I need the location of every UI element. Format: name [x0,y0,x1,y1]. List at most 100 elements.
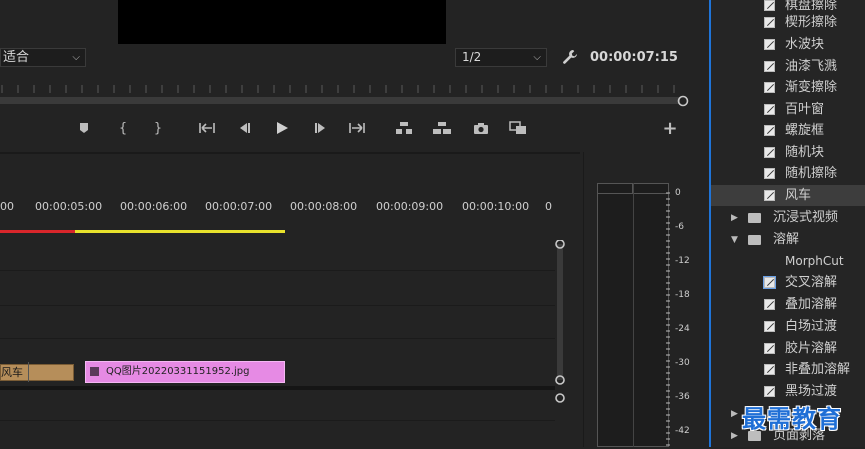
zoom-level-value: 适合 [3,50,30,65]
transition-icon [764,168,775,179]
db-label: -24 [675,324,690,334]
add-button-icon[interactable]: + [658,116,682,140]
effect-label: 楔形擦除 [785,15,838,30]
transition-icon [764,125,775,136]
track-divider [0,270,555,271]
work-area-unrendered-bar [75,230,285,233]
clip-label: 风车 [1,366,23,379]
effect-label: 水波块 [785,37,825,52]
effect-item[interactable]: 油漆飞溅 [711,56,865,77]
wrench-icon[interactable] [562,49,578,65]
folder-icon [748,213,761,223]
transport-controls: { } + [0,116,708,142]
effect-item[interactable]: 胶片溶解 [711,338,865,359]
chevron-right-icon[interactable]: ▶ [731,425,738,447]
track-divider [0,338,555,339]
effect-label: 叠加溶解 [785,297,838,312]
clip-label: QQ图片20220331151952.jpg [106,366,250,377]
transition-marker [28,362,29,382]
monitor-time-ruler[interactable] [0,81,690,109]
db-label: -30 [675,358,690,368]
effect-item[interactable]: 叠加溶解 [711,294,865,315]
effect-item[interactable]: 非叠加溶解 [711,359,865,380]
playhead-timecode[interactable]: 00:00:07:15 [590,50,678,65]
transition-icon [764,299,775,310]
effect-label: 螺旋框 [785,123,825,138]
playback-resolution-select[interactable]: 1/2 ⌵ [455,48,547,67]
track-divider [0,305,555,306]
transition-icon [763,276,776,289]
effect-label: 胶片溶解 [785,341,838,356]
transition-icon [764,61,775,72]
db-label: -42 [675,426,690,436]
ruler-label: 00:00:09:00 [376,200,444,213]
mark-out-icon[interactable]: } [146,116,170,140]
effect-label: 渐变擦除 [785,80,838,95]
folder-immersive-video[interactable]: ▶ 沉浸式视频 [711,207,865,229]
folder-dissolve[interactable]: ▼ 溶解 [711,229,865,251]
play-icon[interactable] [270,116,294,140]
watermark-logo: 最需教育 [742,404,842,433]
chevron-down-icon: ⌵ [533,52,541,63]
transition-icon [764,39,775,50]
work-area-rendered-bar [0,230,75,233]
timeline-clip[interactable]: 风车 [0,364,74,381]
db-label: 0 [675,188,681,198]
transition-icon [764,364,775,375]
mark-in-icon[interactable]: { [111,116,135,140]
transition-icon [764,343,775,354]
go-to-out-icon[interactable] [345,116,369,140]
fx-badge-icon [90,367,99,376]
effect-label: 交叉溶解 [785,275,838,290]
step-forward-icon[interactable] [309,116,333,140]
ruler-label: 00:00:10:00 [462,200,530,213]
chevron-right-icon[interactable]: ▶ [731,207,738,229]
chevron-down-icon: ⌵ [72,52,80,63]
effect-item[interactable]: 随机擦除 [711,163,865,184]
step-back-icon[interactable] [232,116,256,140]
chevron-down-icon[interactable]: ▼ [731,229,738,251]
effect-label: 油漆飞溅 [785,59,838,74]
db-label: -18 [675,290,690,300]
extract-icon[interactable] [430,116,454,140]
transition-icon [764,147,775,158]
video-audio-divider[interactable] [0,386,555,390]
transition-icon [764,190,775,201]
effect-label: MorphCut [785,254,844,268]
transition-icon [764,104,775,115]
timeline-ruler[interactable]: 00 00:00:05:00 00:00:06:00 00:00:07:00 0… [0,200,555,220]
effect-label: 风车 [785,188,812,203]
effect-label: 随机擦除 [785,166,838,181]
folder-icon [748,235,761,245]
timeline-vertical-scrollbar[interactable] [554,240,566,390]
effect-item[interactable]: 百叶窗 [711,99,865,120]
effect-item-selected[interactable]: 风车 [711,185,865,206]
audio-scrollbar-handle[interactable] [554,390,566,404]
comparison-view-icon[interactable] [506,116,530,140]
zoom-level-select[interactable]: 适合 ⌵ [0,48,86,67]
ruler-label: 00 [0,200,14,213]
effect-item[interactable]: MorphCut [711,251,865,272]
export-frame-icon[interactable] [469,116,493,140]
timeline-panel [0,152,580,449]
effect-item[interactable]: 水波块 [711,34,865,55]
folder-label: 溶解 [773,232,800,247]
folder-label: 沉浸式视频 [773,210,839,225]
ruler-label: 00:00:07:00 [205,200,273,213]
go-to-in-icon[interactable] [195,116,219,140]
effect-item[interactable]: 渐变擦除 [711,77,865,98]
timeline-clip[interactable]: QQ图片20220331151952.jpg [85,361,285,383]
effect-item[interactable]: 螺旋框 [711,120,865,141]
transition-icon [764,0,775,11]
lift-icon[interactable] [392,116,416,140]
effect-label: 非叠加溶解 [785,362,851,377]
ruler-label: 00:00:05:00 [35,200,103,213]
chevron-right-icon[interactable]: ▶ [731,403,738,425]
effect-item[interactable]: 楔形擦除 [711,12,865,33]
effect-item[interactable]: 交叉溶解 [711,272,865,293]
resolution-value: 1/2 [462,50,482,64]
transition-icon [764,321,775,332]
add-marker-icon[interactable] [72,116,96,140]
effect-item[interactable]: 白场过渡 [711,316,865,337]
effect-item[interactable]: 随机块 [711,142,865,163]
